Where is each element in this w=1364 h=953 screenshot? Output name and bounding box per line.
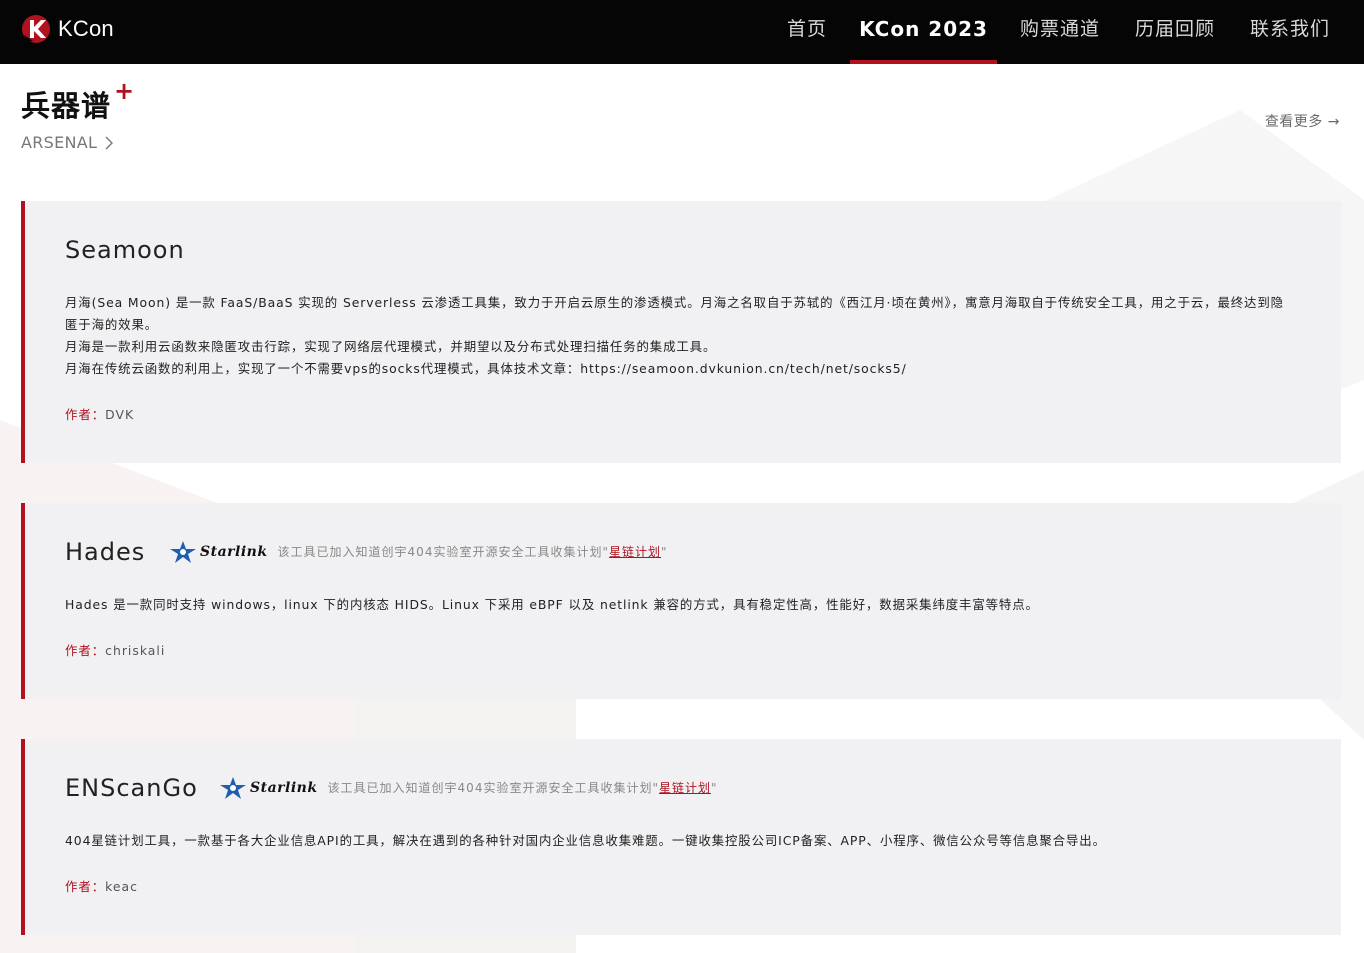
- tool-card-seamoon: Seamoon 月海(Sea Moon) 是一款 FaaS/BaaS 实现的 S…: [21, 201, 1341, 463]
- nav-home[interactable]: 首页: [775, 0, 839, 64]
- tool-description: 404星链计划工具，一款基于各大企业信息API的工具，解决在遇到的各种针对国内企…: [65, 830, 1297, 852]
- author-name: keac: [105, 879, 138, 894]
- starlink-text: 该工具已加入知道创宇404实验室开源安全工具收集计划": [327, 781, 659, 795]
- section-title: 兵器谱: [21, 89, 112, 123]
- starlink-badge: Starlink: [170, 541, 268, 563]
- description-line: 月海(Sea Moon) 是一款 FaaS/BaaS 实现的 Serverles…: [65, 295, 1284, 332]
- author-label: 作者：: [65, 879, 106, 894]
- view-more-link[interactable]: 查看更多 →: [1265, 112, 1340, 132]
- top-navigation-bar: KCon 首页 KCon 2023 购票通道 历届回顾 联系我们: [0, 0, 1364, 64]
- chevron-right-icon: [105, 136, 114, 150]
- tool-author: 作者：DVK: [65, 406, 134, 424]
- plus-icon: +: [114, 77, 135, 105]
- starlink-badge: Starlink: [220, 777, 318, 799]
- logo-text: KCon: [58, 16, 114, 41]
- nav-contact[interactable]: 联系我们: [1238, 0, 1342, 64]
- nav-tickets[interactable]: 购票通道: [1008, 0, 1112, 64]
- section-subtitle-link[interactable]: ARSENAL: [21, 133, 114, 153]
- description-line: Hades 是一款同时支持 windows，linux 下的内核态 HIDS。L…: [65, 597, 1039, 612]
- starlink-plan-link[interactable]: 星链计划: [659, 779, 711, 797]
- section-subtitle: ARSENAL: [21, 133, 98, 152]
- kcon-logo-icon: [22, 15, 50, 43]
- tool-card-hades: Hades Starlink 该工具已加入知道创宇404实验室开源安全工具收集计…: [21, 503, 1341, 699]
- tool-description: Hades 是一款同时支持 windows，linux 下的内核态 HIDS。L…: [65, 594, 1297, 616]
- starlink-star-icon: [170, 541, 196, 563]
- nav-history[interactable]: 历届回顾: [1123, 0, 1227, 64]
- starlink-plan-link[interactable]: 星链计划: [609, 543, 661, 561]
- description-line: 月海是一款利用云函数来隐匿攻击行踪，实现了网络层代理模式，并期望以及分布式处理扫…: [65, 339, 717, 354]
- author-name: DVK: [105, 407, 135, 422]
- starlink-text: 该工具已加入知道创宇404实验室开源安全工具收集计划": [277, 545, 609, 559]
- description-line: 404星链计划工具，一款基于各大企业信息API的工具，解决在遇到的各种针对国内企…: [65, 833, 1106, 848]
- starlink-wordmark: Starlink: [200, 544, 268, 560]
- arsenal-page: KCon 首页 KCon 2023 购票通道 历届回顾 联系我们 兵器谱 + A…: [0, 0, 1364, 953]
- tool-name: Hades: [65, 538, 146, 566]
- kcon-logo[interactable]: KCon: [21, 14, 114, 44]
- tool-name: ENScanGo: [65, 774, 198, 802]
- starlink-notice: Starlink 该工具已加入知道创宇404实验室开源安全工具收集计划" 星链计划…: [170, 541, 668, 563]
- tool-card-enscango: ENScanGo Starlink 该工具已加入知道创宇404实验室开源安全工具…: [21, 739, 1341, 935]
- author-label: 作者：: [65, 643, 106, 658]
- starlink-wordmark: Starlink: [250, 780, 318, 796]
- starlink-notice: Starlink 该工具已加入知道创宇404实验室开源安全工具收集计划" 星链计划…: [220, 777, 718, 799]
- author-label: 作者：: [65, 407, 106, 422]
- starlink-star-icon: [220, 777, 246, 799]
- tool-description: 月海(Sea Moon) 是一款 FaaS/BaaS 实现的 Serverles…: [65, 292, 1297, 380]
- starlink-tail: ": [661, 545, 668, 559]
- description-line: 月海在传统云函数的利用上，实现了一个不需要vps的socks代理模式，具体技术文…: [65, 361, 907, 376]
- author-name: chriskali: [105, 643, 166, 658]
- tool-name: Seamoon: [65, 236, 185, 264]
- starlink-tail: ": [711, 781, 718, 795]
- tool-author: 作者：keac: [65, 878, 138, 896]
- nav-kcon-2023[interactable]: KCon 2023: [850, 0, 997, 64]
- main-nav: 首页 KCon 2023 购票通道 历届回顾 联系我们: [764, 0, 1342, 64]
- tool-author: 作者：chriskali: [65, 642, 165, 660]
